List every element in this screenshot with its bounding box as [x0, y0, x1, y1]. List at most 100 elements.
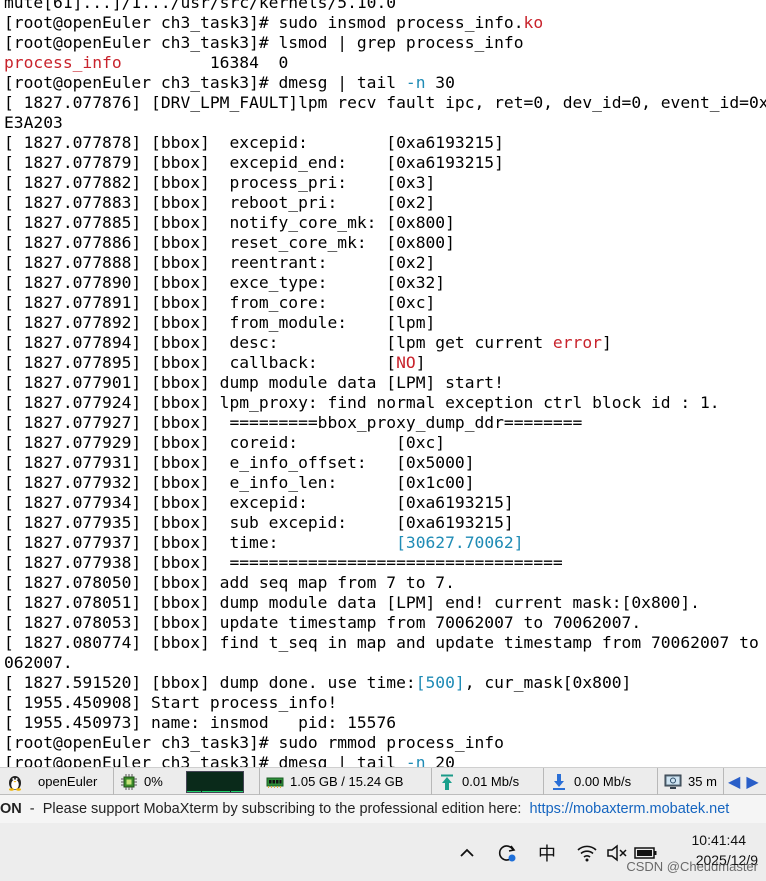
terminal-text-segment: [ 1827.078051] [bbox] dump module data […	[4, 593, 700, 612]
terminal-line: 062007.	[4, 653, 73, 673]
terminal-text-segment: ko	[523, 13, 544, 32]
terminal-line: E3A203	[4, 113, 63, 133]
memory-status[interactable]: 1.05 GB / 15.24 GB	[260, 768, 432, 795]
uptime-status[interactable]: 35 m	[658, 768, 724, 795]
terminal-text-segment: [root@openEuler ch3_task3]# dmesg | tail	[4, 73, 406, 92]
cpu-graph-bar	[240, 790, 243, 792]
cpu-percent: 0%	[144, 774, 163, 789]
terminal-text-segment: [ 1827.077883] [bbox] reboot_pri: [0x2]	[4, 193, 436, 212]
terminal-line: [ 1827.078051] [bbox] dump module data […	[4, 593, 700, 613]
os-status[interactable]: openEuler	[0, 768, 114, 795]
terminal-text-segment: [ 1827.077901] [bbox] dump module data […	[4, 373, 504, 392]
terminal-text-segment: [ 1827.077895] [bbox] callback: [	[4, 353, 397, 372]
terminal-line: [ 1827.077885] [bbox] notify_core_mk: [0…	[4, 213, 455, 233]
terminal-line: [ 1827.078053] [bbox] update timestamp f…	[4, 613, 641, 633]
sync-icon[interactable]	[496, 843, 518, 863]
terminal-line: [ 1827.080774] [bbox] find t_seq in map …	[4, 633, 766, 653]
terminal-text-segment: [ 1827.077924] [bbox] lpm_proxy: find no…	[4, 393, 720, 412]
terminal-text-segment: [ 1827.077878] [bbox] excepid: [0xa61932…	[4, 133, 504, 152]
terminal-line: [ 1955.450973] name: insmod pid: 15576	[4, 713, 396, 733]
status-bar: openEuler 0% 1.05 GB / 15.24 GB 0.01 Mb/…	[0, 767, 766, 795]
monitor-clock-icon	[664, 773, 682, 791]
terminal-text-segment: [500]	[415, 673, 465, 692]
terminal-text-segment: [ 1827.077932] [bbox] e_info_len: [0x1c0…	[4, 473, 475, 492]
terminal-line: [ 1827.077886] [bbox] reset_core_mk: [0x…	[4, 233, 455, 253]
upload-speed: 0.01 Mb/s	[462, 774, 520, 789]
terminal-text-segment: [root@openEuler ch3_task3]# dmesg | tail	[4, 753, 406, 767]
terminal-line: [ 1827.077935] [bbox] sub excepid: [0xa6…	[4, 513, 514, 533]
terminal-text-segment: NO	[396, 353, 416, 372]
terminal-text-segment: [ 1827.077934] [bbox] excepid: [0xa61932…	[4, 493, 514, 512]
scroll-arrows[interactable]: ◀ ▶	[724, 768, 766, 795]
terminal-line: [ 1827.077882] [bbox] process_pri: [0x3]	[4, 173, 435, 193]
terminal-text-segment: [root@openEuler ch3_task3]# sudo rmmod p…	[4, 733, 504, 752]
clock-time[interactable]: 10:41:44	[692, 832, 747, 848]
terminal-line: [ 1827.077937] [bbox] time: [30627.70062…	[4, 533, 524, 553]
terminal-line: [ 1827.077938] [bbox] ==================…	[4, 553, 563, 573]
upload-status[interactable]: 0.01 Mb/s	[432, 768, 544, 795]
terminal-text-segment: E3A203	[4, 113, 63, 132]
terminal-line: [ 1827.077895] [bbox] callback: [NO]	[4, 353, 426, 373]
uptime-value: 35 m	[688, 774, 717, 789]
windows-taskbar: 中 10:41:44 2025/12/9 CSDN @Cheudmaster	[0, 823, 766, 881]
terminal-line: [ 1955.450908] Start process_info!	[4, 693, 337, 713]
banner-message: - Please support MobaXterm by subscribin…	[21, 801, 522, 817]
terminal-text-segment: [30627.70062]	[396, 533, 524, 552]
terminal-text-segment: , cur_mask[0x800]	[464, 673, 632, 692]
terminal-line: [ 1827.077883] [bbox] reboot_pri: [0x2]	[4, 193, 435, 213]
terminal-text-segment: [ 1827.077891] [bbox] from_core: [0xc]	[4, 293, 436, 312]
terminal-text-segment: [ 1827.077938] [bbox] ==================…	[4, 553, 563, 572]
terminal-text-segment: [ 1827.077892] [bbox] from_module: [lpm]	[4, 313, 436, 332]
subscription-banner: ON - Please support MobaXterm by subscri…	[0, 795, 766, 823]
terminal-text-segment: mute[61]...]/1.../usr/src/kernels/5.10.0	[4, 0, 397, 12]
cpu-status[interactable]: 0%	[114, 768, 260, 795]
chevron-up-icon[interactable]	[458, 843, 476, 863]
terminal-text-segment: [ 1955.450908] Start process_info!	[4, 693, 338, 712]
terminal-line: [ 1827.077924] [bbox] lpm_proxy: find no…	[4, 393, 720, 413]
terminal-line: [ 1827.077929] [bbox] coreid: [0xc]	[4, 433, 445, 453]
terminal-line: [root@openEuler ch3_task3]# lsmod | grep…	[4, 33, 524, 53]
terminal-text-segment: ]	[601, 333, 612, 352]
terminal-line: [ 1827.077879] [bbox] excepid_end: [0xa6…	[4, 153, 504, 173]
cpu-usage-graph	[186, 770, 244, 793]
ime-indicator[interactable]: 中	[536, 843, 558, 864]
terminal-text-segment: [ 1827.078050] [bbox] add seq map from 7…	[4, 573, 455, 592]
terminal-text-segment: [ 1827.077935] [bbox] sub excepid: [0xa6…	[4, 513, 514, 532]
mobaxterm-link[interactable]: https://mobaxterm.mobatek.net	[529, 801, 729, 817]
terminal-line: [ 1827.077932] [bbox] e_info_len: [0x1c0…	[4, 473, 475, 493]
terminal-line: [ 1827.077892] [bbox] from_module: [lpm]	[4, 313, 435, 333]
terminal-line: [ 1827.077891] [bbox] from_core: [0xc]	[4, 293, 435, 313]
linux-penguin-icon	[6, 773, 24, 791]
terminal-line: [ 1827.077931] [bbox] e_info_offset: [0x…	[4, 453, 475, 473]
terminal-text-segment: [ 1827.078053] [bbox] update timestamp f…	[4, 613, 642, 632]
terminal-line: [ 1827.077878] [bbox] excepid: [0xa61932…	[4, 133, 504, 153]
terminal-text-segment: [ 1827.077885] [bbox] notify_core_mk: [0…	[4, 213, 455, 232]
terminal-line: [ 1827.077901] [bbox] dump module data […	[4, 373, 504, 393]
arrow-right-icon[interactable]: ▶	[746, 772, 758, 792]
download-status[interactable]: 0.00 Mb/s	[544, 768, 658, 795]
terminal-text-segment: [root@openEuler ch3_task3]# sudo insmod …	[4, 13, 524, 32]
terminal-line: [ 1827.077890] [bbox] exce_type: [0x32]	[4, 273, 445, 293]
terminal-text-segment: [ 1827.077937] [bbox] time:	[4, 533, 397, 552]
terminal-text-segment: -n	[405, 73, 426, 92]
terminal-line: process_info 16384 0	[4, 53, 288, 73]
arrow-left-icon[interactable]: ◀	[728, 772, 740, 792]
terminal-text-segment: [ 1827.080774] [bbox] find t_seq in map …	[4, 633, 766, 652]
terminal-text-segment: [ 1827.077882] [bbox] process_pri: [0x3]	[4, 173, 436, 192]
terminal-window[interactable]: mute[61]...]/1.../usr/src/kernels/5.10.0…	[0, 0, 766, 767]
terminal-line: [ 1827.077934] [bbox] excepid: [0xa61932…	[4, 493, 514, 513]
terminal-text-segment: [ 1827.591520] [bbox] dump done. use tim…	[4, 673, 416, 692]
banner-brand: ON	[0, 801, 22, 817]
watermark-text: CSDN @Cheudmaster	[626, 859, 758, 874]
memory-module-icon	[266, 773, 284, 791]
terminal-text-segment: 30	[425, 73, 455, 92]
terminal-line: [root@openEuler ch3_task3]# dmesg | tail…	[4, 73, 455, 93]
cpu-chip-icon	[120, 773, 138, 791]
speaker-muted-icon[interactable]	[606, 843, 628, 863]
wifi-icon[interactable]	[576, 843, 598, 863]
terminal-text-segment: 16384 0	[121, 53, 289, 72]
terminal-text-segment: [ 1827.077876] [DRV_LPM_FAULT]lpm recv f…	[4, 93, 766, 112]
terminal-text-segment: [ 1955.450973] name: insmod pid: 15576	[4, 713, 397, 732]
terminal-text-segment: -n	[405, 753, 426, 767]
terminal-text-segment: [ 1827.077929] [bbox] coreid: [0xc]	[4, 433, 446, 452]
